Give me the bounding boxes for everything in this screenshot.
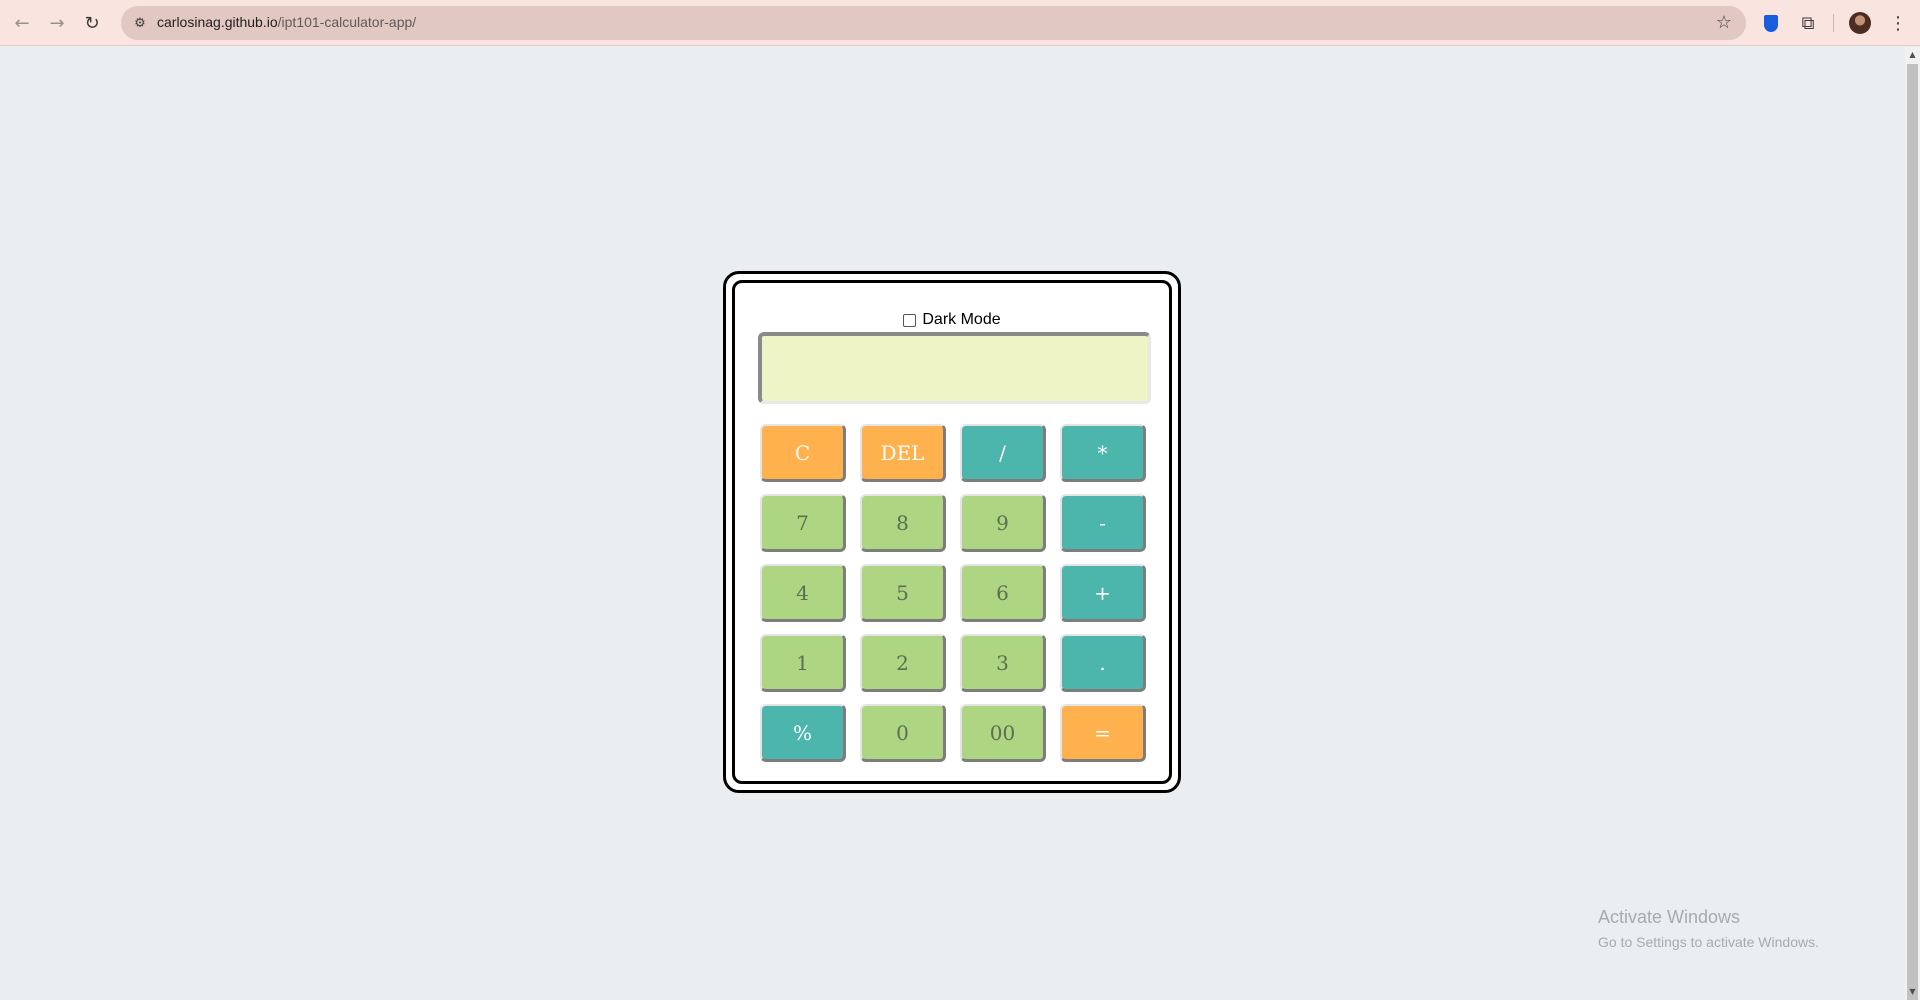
key-button[interactable]: + xyxy=(1060,564,1146,622)
page-scrollbar[interactable]: ▲ ▼ xyxy=(1905,47,1920,1000)
dark-mode-label: Dark Mode xyxy=(922,311,1001,328)
back-arrow-icon[interactable]: ← xyxy=(10,11,34,35)
calculator-body: Dark Mode C DEL / * 7 8 9-4 5 6 +1 2 3.% 0 00 = xyxy=(732,280,1172,784)
key-button[interactable]: 5 xyxy=(860,564,946,622)
key-button[interactable]: / xyxy=(960,424,1046,482)
calculator: Dark Mode C DEL / * 7 8 9-4 5 6 +1 2 3.% 0 00 = xyxy=(723,271,1181,793)
key-button[interactable]: % xyxy=(760,704,846,762)
reload-icon[interactable]: ↻ xyxy=(80,11,104,35)
forward-arrow-icon[interactable]: → xyxy=(45,11,69,35)
key-button[interactable]: 3 xyxy=(960,634,1046,692)
address-bar[interactable]: ⚙ carlosinag.github.io/ipt101-calculator… xyxy=(121,6,1746,40)
key-button[interactable]: 9 xyxy=(960,494,1046,552)
key-button[interactable]: * xyxy=(1060,424,1146,482)
key-button[interactable]: . xyxy=(1060,634,1146,692)
site-info-icon[interactable]: ⚙ xyxy=(131,14,149,32)
calculator-display[interactable] xyxy=(758,332,1151,404)
watermark-subtitle: Go to Settings to activate Windows. xyxy=(1598,934,1819,950)
profile-avatar[interactable] xyxy=(1849,12,1871,34)
scroll-up-arrow-icon[interactable]: ▲ xyxy=(1905,47,1920,63)
key-button[interactable]: 7 xyxy=(760,494,846,552)
key-button[interactable]: 00 xyxy=(960,704,1046,762)
key-button[interactable]: 4 xyxy=(760,564,846,622)
bookmark-star-icon[interactable]: ☆ xyxy=(1716,12,1732,33)
scroll-down-arrow-icon[interactable]: ▼ xyxy=(1905,984,1920,1000)
bitwarden-shield xyxy=(1764,14,1778,32)
key-button[interactable]: C xyxy=(760,424,846,482)
dark-mode-toggle[interactable]: Dark Mode xyxy=(735,311,1169,329)
toolbar-divider xyxy=(1833,14,1834,32)
scroll-thumb[interactable] xyxy=(1907,64,1918,1000)
extensions-puzzle-icon[interactable]: ⧉ xyxy=(1796,11,1820,35)
key-button[interactable]: 8 xyxy=(860,494,946,552)
activate-windows-watermark: Activate Windows Go to Settings to activ… xyxy=(1598,907,1819,950)
dark-mode-checkbox[interactable] xyxy=(903,313,917,327)
key-button[interactable]: = xyxy=(1060,704,1146,762)
bitwarden-extension-icon[interactable] xyxy=(1759,11,1783,35)
watermark-title: Activate Windows xyxy=(1598,907,1741,927)
browser-toolbar: ← → ↻ ⚙ carlosinag.github.io/ipt101-calc… xyxy=(0,0,1920,46)
key-button[interactable]: 6 xyxy=(960,564,1046,622)
url-text[interactable]: carlosinag.github.io/ipt101-calculator-a… xyxy=(157,14,416,30)
key-button[interactable]: 2 xyxy=(860,634,946,692)
key-button[interactable]: 1 xyxy=(760,634,846,692)
key-button[interactable]: 0 xyxy=(860,704,946,762)
url-host: carlosinag.github.io xyxy=(157,14,278,30)
browser-menu-icon[interactable]: ⋮ xyxy=(1886,11,1910,35)
key-button[interactable]: DEL xyxy=(860,424,946,482)
url-path: /ipt101-calculator-app/ xyxy=(277,14,417,30)
key-button[interactable]: - xyxy=(1060,494,1146,552)
